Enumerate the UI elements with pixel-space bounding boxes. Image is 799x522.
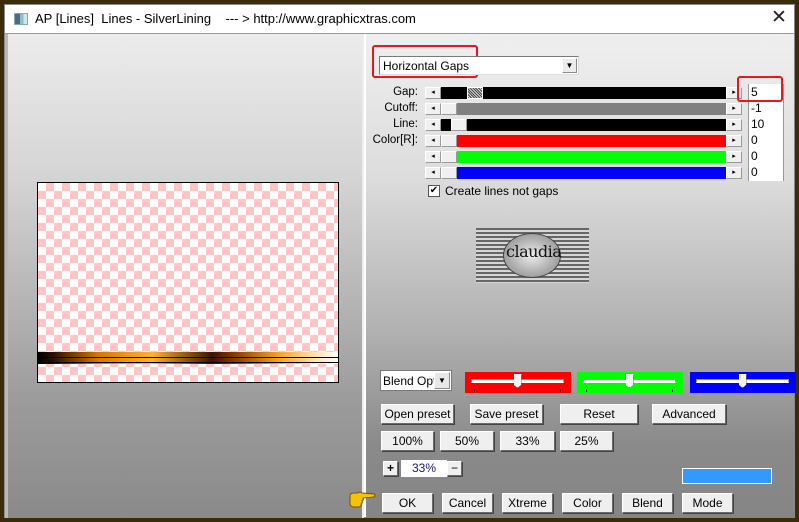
- scroll-left-button[interactable]: ◂: [425, 87, 441, 99]
- zoom-25-button[interactable]: 25%: [560, 431, 613, 451]
- slider-track[interactable]: [441, 87, 726, 99]
- zoom-level: 33%: [401, 460, 447, 477]
- advanced-button[interactable]: Advanced: [652, 404, 726, 424]
- pointing-hand-icon: [349, 491, 376, 508]
- slider-track[interactable]: [441, 167, 726, 179]
- scroll-right-button[interactable]: ▸: [726, 167, 742, 179]
- dialog-client: Horizontal Gaps ▼ Gap: ◂ ▸ 5 Cutoff: ◂ ▸ -1 Line…: [5, 33, 796, 518]
- zoom-50-button[interactable]: 50%: [440, 431, 494, 451]
- slider-row: ◂ ▸ 0: [366, 164, 794, 181]
- slider-value-input[interactable]: 10: [748, 116, 784, 133]
- slider-tick: [785, 389, 786, 392]
- slider-thumb[interactable]: [441, 167, 457, 179]
- slider-label: Line:: [393, 118, 418, 130]
- slider-thumb[interactable]: [441, 135, 457, 147]
- ok-button[interactable]: OK: [382, 493, 433, 513]
- slider-track[interactable]: [441, 151, 726, 163]
- scroll-right-button[interactable]: ▸: [726, 151, 742, 163]
- slider-scrollbar[interactable]: ◂ ▸: [425, 119, 742, 131]
- slider-row: Gap: ◂ ▸ 5: [366, 84, 794, 101]
- xtreme-button[interactable]: Xtreme: [502, 493, 553, 513]
- preview-panel: [5, 34, 364, 518]
- slider-tick: [474, 389, 475, 392]
- slider-scrollbar[interactable]: ◂ ▸: [425, 87, 742, 99]
- slider-track[interactable]: [441, 119, 726, 131]
- slider-label: Cutoff:: [384, 102, 418, 114]
- blue-slider[interactable]: [690, 372, 796, 393]
- settings-panel: Horizontal Gaps ▼ Gap: ◂ ▸ 5 Cutoff: ◂ ▸ -1 Line…: [366, 34, 796, 518]
- chevron-down-icon[interactable]: ▼: [434, 372, 450, 389]
- slider-scrollbar[interactable]: ◂ ▸: [425, 167, 742, 179]
- close-icon[interactable]: ✕: [771, 8, 787, 28]
- mode-button[interactable]: Mode: [682, 493, 733, 513]
- green-slider[interactable]: [577, 372, 683, 393]
- color-swatch[interactable]: [682, 468, 772, 484]
- slider-knob[interactable]: [625, 374, 634, 388]
- reset-button[interactable]: Reset: [560, 404, 638, 424]
- zoom-in-button[interactable]: +: [383, 461, 398, 476]
- watermark-logo: claudia: [476, 228, 589, 283]
- slider-track[interactable]: [441, 103, 726, 115]
- slider-tick: [560, 389, 561, 392]
- slider-value-input[interactable]: 0: [748, 148, 784, 165]
- scroll-right-button[interactable]: ▸: [726, 103, 742, 115]
- open-preset-button[interactable]: Open preset: [381, 404, 454, 424]
- scroll-left-button[interactable]: ◂: [425, 103, 441, 115]
- logo-text: claudia: [506, 242, 562, 261]
- zoom-100-button[interactable]: 100%: [381, 431, 434, 451]
- checkbox-label: Create lines not gaps: [445, 184, 559, 198]
- slider-thumb[interactable]: [467, 87, 483, 99]
- slider-knob[interactable]: [738, 374, 747, 388]
- slider-row: ◂ ▸ 0: [366, 148, 794, 165]
- scroll-right-button[interactable]: ▸: [726, 135, 742, 147]
- slider-scrollbar[interactable]: ◂ ▸: [425, 151, 742, 163]
- slider-value-input[interactable]: 0: [748, 132, 784, 149]
- title-bar: AP [Lines] Lines - SilverLining --- > ht…: [5, 5, 794, 33]
- slider-thumb[interactable]: [441, 151, 457, 163]
- zoom-out-button[interactable]: −: [447, 461, 462, 476]
- slider-scrollbar[interactable]: ◂ ▸: [425, 135, 742, 147]
- blend-options-value: Blend Opti: [383, 374, 435, 388]
- slider-tick: [586, 389, 587, 392]
- slider-thumb[interactable]: [451, 119, 467, 131]
- highlight-box: [737, 76, 783, 102]
- mode-select[interactable]: Horizontal Gaps ▼: [379, 56, 579, 75]
- blend-button[interactable]: Blend: [622, 493, 673, 513]
- slider-tick: [672, 389, 673, 392]
- slider-knob[interactable]: [513, 374, 522, 388]
- app-icon: [14, 13, 28, 25]
- window-title: AP [Lines] Lines - SilverLining --- > ht…: [35, 11, 416, 26]
- slider-row: Line: ◂ ▸ 10: [366, 116, 794, 133]
- scroll-left-button[interactable]: ◂: [425, 151, 441, 163]
- red-slider[interactable]: [465, 372, 571, 393]
- scroll-left-button[interactable]: ◂: [425, 167, 441, 179]
- preview-line: [38, 357, 338, 358]
- preview-canvas[interactable]: [37, 182, 339, 383]
- slider-fill: [441, 87, 467, 99]
- slider-scrollbar[interactable]: ◂ ▸: [425, 103, 742, 115]
- chevron-down-icon[interactable]: ▼: [562, 58, 577, 73]
- slider-row: Cutoff: ◂ ▸ -1: [366, 100, 794, 117]
- slider-thumb[interactable]: [441, 103, 457, 115]
- scroll-left-button[interactable]: ◂: [425, 119, 441, 131]
- zoom-33-button[interactable]: 33%: [500, 431, 555, 451]
- preview-line: [38, 362, 338, 363]
- slider-tick: [699, 389, 700, 392]
- slider-label: Color[R]:: [372, 134, 418, 146]
- dialog-window: AP [Lines] Lines - SilverLining --- > ht…: [4, 4, 796, 518]
- slider-value-input[interactable]: 0: [748, 164, 784, 181]
- save-preset-button[interactable]: Save preset: [470, 404, 543, 424]
- slider-track[interactable]: [441, 135, 726, 147]
- checkbox-box[interactable]: ✔: [428, 185, 440, 197]
- slider-value-input[interactable]: -1: [748, 100, 784, 117]
- scroll-left-button[interactable]: ◂: [425, 135, 441, 147]
- mode-select-value: Horizontal Gaps: [383, 59, 470, 73]
- scroll-right-button[interactable]: ▸: [726, 119, 742, 131]
- slider-row: Color[R]: ◂ ▸ 0: [366, 132, 794, 149]
- slider-label: Gap:: [393, 86, 418, 98]
- blend-options-select[interactable]: Blend Opti ▼: [380, 370, 452, 391]
- cancel-button[interactable]: Cancel: [442, 493, 493, 513]
- color-button[interactable]: Color: [562, 493, 613, 513]
